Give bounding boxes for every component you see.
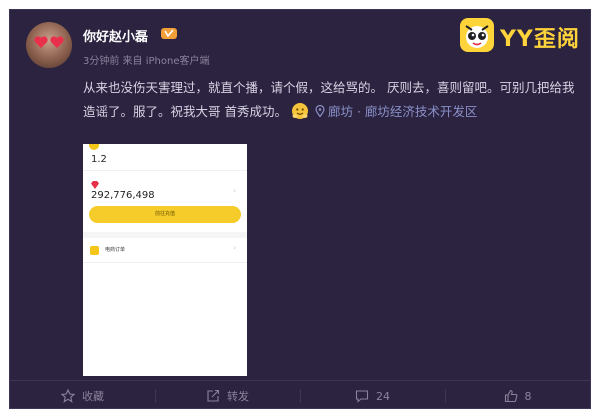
action-bar: 收藏 转发 24 8: [10, 380, 590, 410]
chevron-right-icon: ›: [233, 186, 237, 195]
like-button[interactable]: 8: [445, 381, 590, 411]
location-link[interactable]: 廊坊 · 廊坊经济技术开发区: [315, 104, 477, 119]
user-name[interactable]: 你好赵小磊: [83, 26, 148, 45]
avatar[interactable]: [26, 22, 72, 68]
balance-large: 292,776,498: [91, 190, 155, 201]
comment-count: 24: [376, 389, 390, 403]
repost-button[interactable]: 转发: [155, 381, 300, 411]
yy-mascot-icon: [460, 18, 494, 52]
divider: [83, 262, 247, 263]
balance-small: 1.2: [91, 154, 107, 165]
star-icon: [61, 389, 75, 403]
location-text: 廊坊 · 廊坊经济技术开发区: [327, 104, 478, 119]
comment-icon: [355, 390, 369, 403]
section-gap: [83, 232, 247, 238]
weibo-post-card: 你好赵小磊 3分钟前 来自 iPhone客户端 YY歪阅 从来也没伤天害理过，就…: [9, 9, 591, 409]
chevron-right-icon: ›: [233, 243, 237, 252]
recharge-button: 前往充值: [89, 206, 241, 223]
divider: [83, 170, 247, 171]
post-image[interactable]: 1.2 292,776,498 › 前往充值 电商订单 ›: [83, 144, 247, 376]
diamond-icon: [91, 181, 99, 189]
favorite-button[interactable]: 收藏: [10, 381, 155, 411]
repost-label: 转发: [227, 390, 249, 403]
post-meta: 3分钟前 来自 iPhone客户端: [83, 56, 210, 67]
thumbs-up-icon: [504, 389, 517, 403]
yy-logo: YY歪阅: [460, 18, 586, 52]
heart-eye-icon: [34, 36, 48, 48]
heart-eye-icon: [50, 36, 64, 48]
favorite-label: 收藏: [82, 390, 104, 403]
hug-emoji-icon: [291, 103, 308, 119]
comment-button[interactable]: 24: [300, 381, 445, 411]
like-count: 8: [524, 389, 532, 403]
order-icon: [90, 246, 99, 255]
post-body: 从来也没伤天害理过，就直个播，请个假，这给骂的。 厌则去，喜则留吧。可别几把给我…: [83, 76, 583, 124]
location-pin-icon: [315, 105, 325, 117]
order-label: 电商订单: [105, 247, 126, 253]
logo-text: YY歪阅: [500, 27, 580, 52]
member-badge-icon: [161, 28, 177, 39]
repost-icon: [207, 389, 220, 402]
